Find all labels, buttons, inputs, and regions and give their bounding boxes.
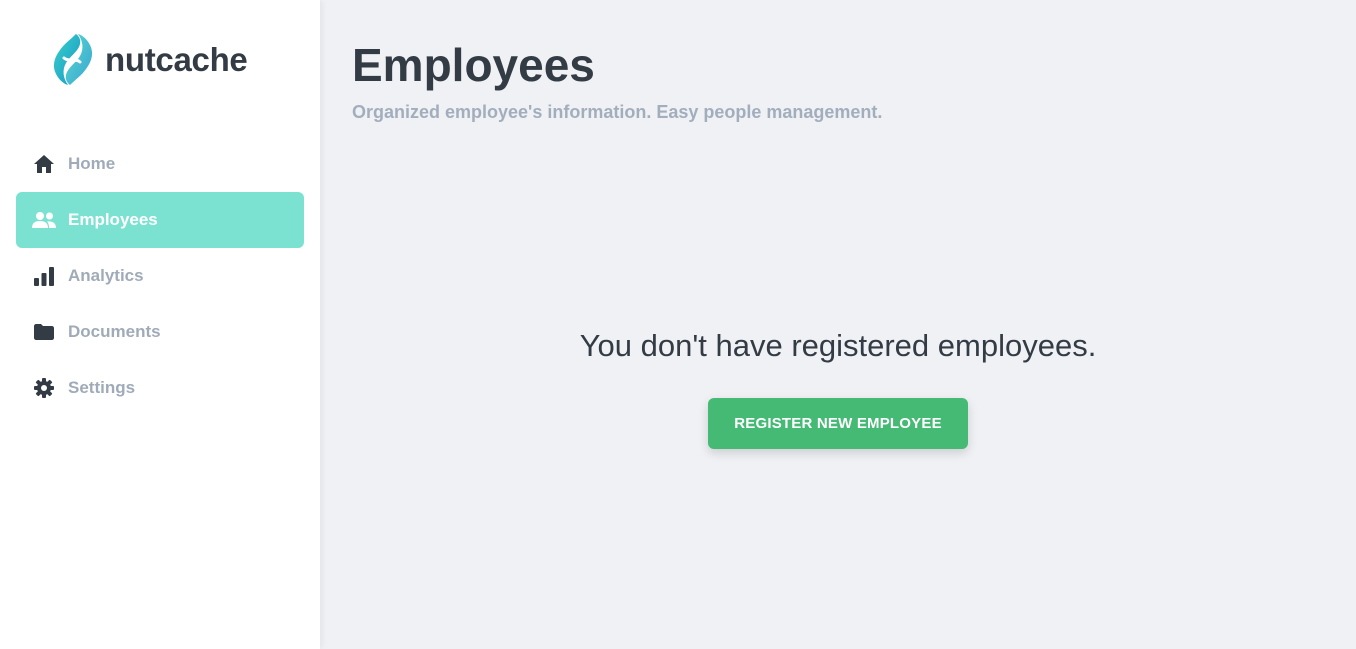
sidebar-item-home[interactable]: Home: [16, 136, 304, 192]
sidebar-item-settings[interactable]: Settings: [16, 360, 304, 416]
main-content: Employees Organized employee's informati…: [320, 0, 1356, 649]
sidebar-item-employees[interactable]: Employees: [16, 192, 304, 248]
sidebar-item-label: Settings: [68, 378, 136, 397]
app-root: nutcache Home Employees Analytics Docume…: [0, 0, 1356, 649]
empty-state-message: You don't have registered employees.: [579, 328, 1097, 363]
nutcache-logo-icon: [53, 34, 93, 85]
sidebar-item-label: Analytics: [68, 266, 144, 285]
sidebar-item-label: Home: [68, 154, 116, 173]
empty-state: You don't have registered employees. REG…: [320, 328, 1356, 449]
sidebar-item-documents[interactable]: Documents: [16, 304, 304, 360]
users-icon: [32, 208, 56, 232]
sidebar-item-label: Documents: [68, 322, 161, 341]
sidebar: nutcache Home Employees Analytics Docume…: [0, 0, 320, 649]
register-new-employee-button[interactable]: REGISTER NEW EMPLOYEE: [708, 398, 968, 449]
brand-name: nutcache: [105, 40, 248, 78]
bar-chart-icon: [32, 264, 56, 288]
sidebar-item-label: Employees: [68, 210, 158, 229]
brand-logo[interactable]: nutcache: [50, 32, 248, 87]
sidebar-item-analytics[interactable]: Analytics: [16, 248, 304, 304]
page-subtitle: Organized employee's information. Easy p…: [352, 102, 883, 122]
folder-icon: [32, 320, 56, 344]
home-icon: [32, 152, 56, 176]
page-title: Employees: [352, 39, 595, 91]
gear-icon: [32, 376, 56, 400]
sidebar-nav: Home Employees Analytics Documents Setti…: [16, 136, 304, 416]
